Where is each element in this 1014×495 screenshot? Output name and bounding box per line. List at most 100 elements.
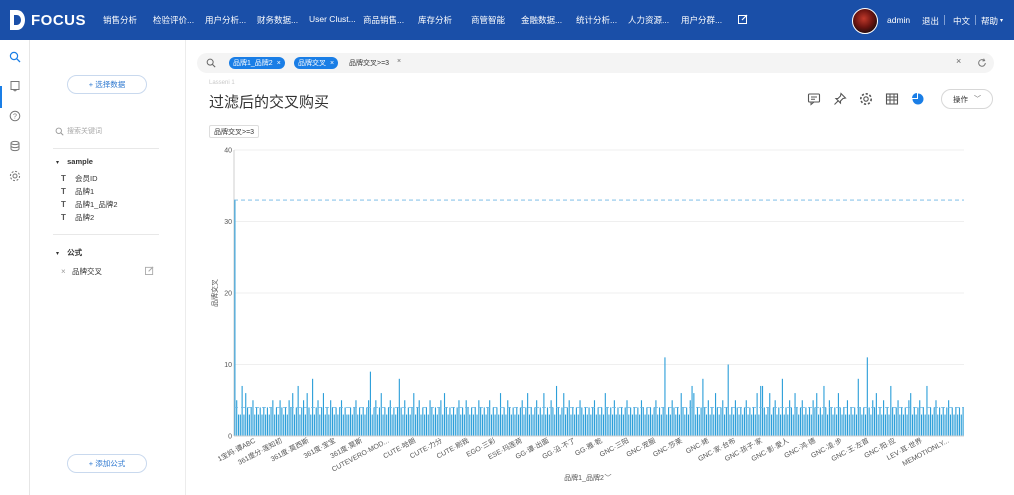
nav-item-11[interactable]: 用户分群... (681, 14, 722, 26)
bar (666, 414, 668, 436)
bar (776, 414, 778, 436)
remove-icon[interactable]: × (61, 267, 72, 276)
bar (281, 407, 283, 436)
x-tick-label: GNC·宠服 (625, 436, 657, 459)
bar (443, 393, 446, 436)
chip-label: 品牌交叉 (298, 60, 326, 67)
nav-item-6[interactable]: 库存分析 (418, 14, 452, 26)
text-type-icon: T (61, 200, 66, 209)
nav-item-4[interactable]: User Clust... (309, 14, 356, 24)
y-tick-label: 10 (224, 362, 232, 369)
bar (465, 400, 467, 436)
nav-item-2[interactable]: 用户分析... (205, 14, 246, 26)
bar (613, 400, 615, 436)
clear-icon[interactable]: × (956, 56, 961, 66)
keyword-search[interactable]: 搜索关键词 (55, 124, 175, 138)
gear-icon[interactable] (859, 92, 873, 106)
nav-item-10[interactable]: 人力资源... (628, 14, 669, 26)
chip-close-icon[interactable]: × (277, 60, 281, 67)
column-item[interactable]: T 品牌1_品牌2 (61, 199, 118, 210)
bar (581, 407, 583, 436)
y-tick-label: 0 (228, 434, 232, 441)
bar (331, 407, 334, 436)
language-switch[interactable]: 中文 (953, 15, 970, 27)
search-icon[interactable] (9, 51, 21, 63)
bar (677, 407, 679, 436)
formula-group-header[interactable]: ▾ 公式 (56, 247, 82, 258)
bar (920, 414, 923, 436)
logout-link[interactable]: 退出 (922, 15, 939, 27)
nav-item-5[interactable]: 商品销售... (363, 14, 404, 26)
bar (492, 407, 494, 436)
chip-close-icon[interactable]: × (330, 60, 334, 67)
refresh-icon[interactable] (977, 58, 987, 68)
nav-item-9[interactable]: 统计分析... (576, 14, 617, 26)
select-data-button[interactable]: + 选择数据 (67, 75, 147, 94)
bar (462, 407, 464, 436)
filter-chip[interactable]: 品牌交叉 × (294, 57, 339, 69)
bar (554, 414, 556, 436)
bar (729, 414, 731, 436)
bar (913, 407, 915, 436)
condition-text[interactable]: 品牌交叉>=3 (349, 58, 389, 68)
help-dropdown-icon[interactable]: ▾ (1000, 17, 1003, 24)
column-label: 品牌2 (75, 213, 95, 222)
bar (895, 407, 897, 436)
avatar[interactable] (852, 8, 878, 34)
settings-icon[interactable] (9, 170, 21, 182)
bar (754, 414, 756, 436)
filter-chip[interactable]: 品牌1_品牌2 × (229, 57, 285, 69)
bar (601, 407, 603, 436)
bar (790, 407, 792, 436)
bar (669, 414, 671, 436)
bar (382, 414, 384, 436)
source-group-header[interactable]: ▾ sample (56, 157, 93, 166)
bookmark-icon[interactable] (9, 80, 21, 92)
search-filter-bar[interactable]: 品牌1_品牌2 × 品牌交叉 × 品牌交叉>=3 × × (197, 53, 994, 73)
bar (416, 407, 418, 436)
column-item[interactable]: T 品牌1 (61, 186, 94, 197)
help-link[interactable]: 帮助 (981, 15, 998, 27)
nav-item-7[interactable]: 商管智能 (471, 14, 505, 26)
bar (279, 400, 281, 436)
nav-item-1[interactable]: 检验评价... (153, 14, 194, 26)
pin-icon[interactable] (833, 92, 847, 106)
user-name[interactable]: admin (887, 15, 910, 25)
nav-item-0[interactable]: 销售分析 (103, 14, 137, 26)
bar (552, 407, 554, 436)
bar (834, 407, 836, 436)
database-icon[interactable] (9, 140, 21, 152)
bar (422, 407, 424, 436)
column-item[interactable]: T 品牌2 (61, 212, 94, 223)
bar (548, 414, 550, 436)
nav-item-8[interactable]: 金融数据... (521, 14, 562, 26)
bar (557, 407, 559, 436)
bar (807, 414, 809, 436)
edit-formula-icon[interactable] (145, 266, 154, 275)
bar (371, 414, 373, 436)
logo[interactable]: FOCUS (8, 9, 86, 31)
condition-close-icon[interactable]: × (397, 58, 401, 65)
logo-icon (10, 10, 25, 30)
x-tick-label: 361度分·莲知初 (236, 436, 284, 467)
bar (816, 393, 818, 436)
table-icon[interactable] (885, 92, 899, 106)
edit-icon[interactable] (738, 14, 748, 24)
bar (939, 407, 941, 436)
pie-chart-icon[interactable] (911, 92, 925, 106)
bar (518, 414, 520, 436)
bar (563, 393, 565, 436)
bar (559, 414, 561, 436)
bar (498, 414, 500, 436)
help-icon[interactable]: ? (9, 110, 21, 122)
bar (536, 400, 538, 436)
comment-icon[interactable] (807, 92, 821, 106)
bar (778, 407, 780, 436)
bar (817, 414, 820, 436)
formula-item[interactable]: × 品牌交叉 (61, 266, 102, 277)
add-formula-button[interactable]: + 添加公式 (67, 454, 147, 473)
column-item[interactable]: T 会员ID (61, 173, 98, 184)
operate-dropdown[interactable]: 操作 ﹀ (941, 89, 993, 109)
bar (794, 393, 796, 436)
nav-item-3[interactable]: 财务数据... (257, 14, 298, 26)
